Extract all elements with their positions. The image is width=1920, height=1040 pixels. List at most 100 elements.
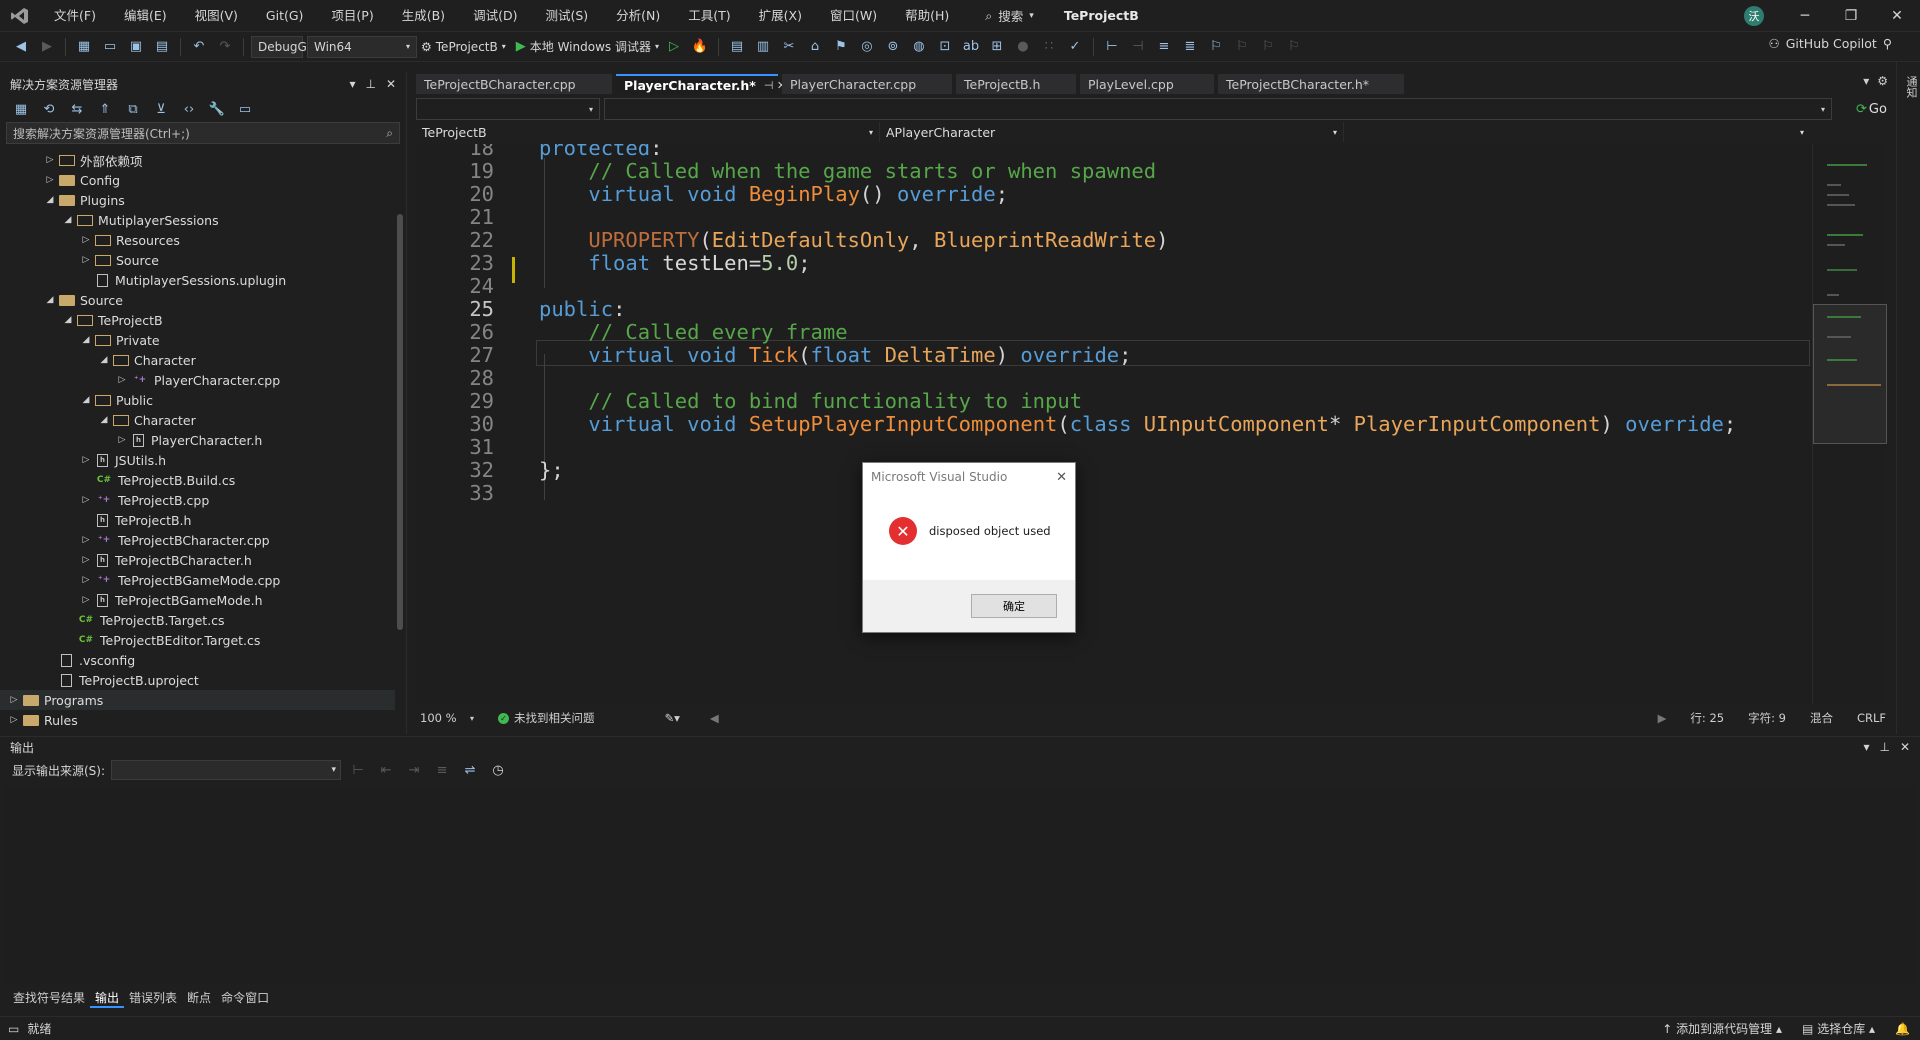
navigate-forward-icon[interactable]: ▶ <box>36 36 58 58</box>
editor-tab[interactable]: PlayerCharacter.cpp <box>782 74 952 94</box>
menu-item[interactable]: 帮助(H) <box>891 0 963 32</box>
chevron-down-icon[interactable]: ◢ <box>98 415 110 425</box>
chevron-right-icon[interactable]: ▷ <box>8 695 20 705</box>
tree-item[interactable]: C# TeProjectBEditor.Target.cs <box>0 630 395 650</box>
avatar[interactable]: 沃 <box>1744 6 1764 26</box>
editor-scrollbar[interactable] <box>1800 144 1812 704</box>
bottom-tab[interactable]: 错误列表 <box>124 988 182 1008</box>
chevron-right-icon[interactable]: ▷ <box>80 575 92 585</box>
tree-item[interactable]: ▷ h JSUtils.h <box>0 450 395 470</box>
chevron-down-icon[interactable]: ▾ <box>349 77 355 91</box>
menu-item[interactable]: 调试(D) <box>459 0 531 32</box>
bookmark-icon[interactable]: ⚐ <box>1205 36 1227 58</box>
project-nav-dropdown[interactable]: TeProjectB ▾ <box>416 122 880 142</box>
menu-item[interactable]: Git(G) <box>252 0 318 32</box>
github-copilot-button[interactable]: ⚇ GitHub Copilot ⚲ <box>1769 36 1892 51</box>
save-all-icon[interactable]: ▤ <box>151 36 173 58</box>
eol-indicator[interactable]: CRLF <box>1857 711 1886 725</box>
prev-message-icon[interactable]: ⇤ <box>375 759 397 781</box>
scrollbar-thumb[interactable] <box>397 214 403 630</box>
minimap[interactable] <box>1812 144 1887 704</box>
platform-dropdown[interactable]: Win64 ▾ <box>307 35 417 58</box>
menu-item[interactable]: 扩展(X) <box>745 0 816 32</box>
tree-item[interactable]: h TeProjectB.h <box>0 510 395 530</box>
code-view-icon[interactable]: ‹› <box>178 98 200 120</box>
tree-item[interactable]: ▷ h PlayerCharacter.h <box>0 430 395 450</box>
next-message-icon[interactable]: ⇥ <box>403 759 425 781</box>
tool-icon[interactable]: ⊡ <box>934 36 956 58</box>
chevron-down-icon[interactable]: ◢ <box>44 295 56 305</box>
chevron-right-icon[interactable]: ▷ <box>116 375 128 385</box>
tool-icon[interactable]: ⚑ <box>830 36 852 58</box>
ok-button[interactable]: 确定 <box>971 594 1057 618</box>
solution-explorer-search[interactable]: 搜索解决方案资源管理器(Ctrl+;) ⌕ <box>6 122 400 144</box>
chevron-right-icon[interactable]: ▷ <box>44 155 56 165</box>
chevron-down-icon[interactable]: ◢ <box>80 395 92 405</box>
chevron-down-icon[interactable]: ◢ <box>62 315 74 325</box>
chevron-down-icon[interactable]: ◢ <box>80 335 92 345</box>
menu-item[interactable]: 生成(B) <box>388 0 459 32</box>
sync-icon[interactable]: ⇆ <box>66 98 88 120</box>
menu-item[interactable]: 视图(V) <box>181 0 252 32</box>
menu-item[interactable]: 文件(F) <box>40 0 110 32</box>
brush-icon[interactable]: ✎▾ <box>665 711 680 725</box>
filter-icon[interactable]: ⊻ <box>150 98 172 120</box>
new-project-icon[interactable]: ▦ <box>73 36 95 58</box>
whitespace-indicator[interactable]: 混合 <box>1810 710 1833 726</box>
switch-views-icon[interactable]: ▦ <box>10 98 32 120</box>
chevron-right-icon[interactable]: ▷ <box>80 595 92 605</box>
history-icon[interactable]: ⟲ <box>38 98 60 120</box>
tool-icon[interactable]: ⌂ <box>804 36 826 58</box>
hot-reload-icon[interactable]: 🔥 <box>689 36 711 58</box>
configuration-dropdown[interactable]: DebugG▾ <box>251 35 315 58</box>
menu-item[interactable]: 工具(T) <box>674 0 744 32</box>
select-repo-button[interactable]: ▤ 选择仓库 ▴ <box>1802 1020 1875 1037</box>
tree-item[interactable]: ▷ Resources <box>0 230 395 250</box>
menu-item[interactable]: 分析(N) <box>602 0 674 32</box>
align-icon[interactable]: ⊣ <box>1127 36 1149 58</box>
start-debugging-button[interactable]: ▶ 本地 Windows 调试器 ▾ <box>516 38 659 55</box>
menu-item[interactable]: 测试(S) <box>531 0 602 32</box>
tool-icon[interactable]: ◎ <box>856 36 878 58</box>
uncomment-icon[interactable]: ≣ <box>1179 36 1201 58</box>
bottom-tab[interactable]: 查找符号结果 <box>8 988 90 1008</box>
tree-item[interactable]: ◢ Private <box>0 330 395 350</box>
find-message-icon[interactable]: ⊢ <box>347 759 369 781</box>
editor-tab[interactable]: TeProjectB.h <box>956 74 1076 94</box>
notifications-bell-icon[interactable]: 🔔 <box>1895 1022 1910 1036</box>
pin-icon[interactable]: ⊥ <box>1879 740 1889 754</box>
collapse-all-icon[interactable]: ⇑ <box>94 98 116 120</box>
tool-icon[interactable]: ∷ <box>1038 36 1060 58</box>
close-icon[interactable]: ✕ <box>386 77 396 91</box>
class-nav-dropdown[interactable]: APlayerCharacter ▾ <box>880 122 1344 142</box>
chevron-right-icon[interactable]: ▷ <box>44 175 56 185</box>
close-window-button[interactable]: ✕ <box>1874 0 1920 32</box>
char-indicator[interactable]: 字符: 9 <box>1748 710 1786 726</box>
toolbox-icon[interactable]: ▤ <box>726 36 748 58</box>
startup-project-dropdown[interactable]: ⚙ TeProjectB ▾ <box>421 40 506 54</box>
code-editor[interactable]: 18 protected: 19 // Called when the game s… <box>416 144 1812 704</box>
scroll-left-icon[interactable]: ◀ <box>710 711 719 725</box>
scope-dropdown[interactable]: ▾ <box>416 98 600 120</box>
tree-item[interactable]: ◢ Source <box>0 290 395 310</box>
tree-item[interactable]: ▷ ⁺+ TeProjectBCharacter.cpp <box>0 530 395 550</box>
tree-item[interactable]: TeProjectB.uproject <box>0 670 395 690</box>
editor-tab[interactable]: TeProjectBCharacter.cpp <box>416 74 612 94</box>
clear-all-icon[interactable]: ≡ <box>431 759 453 781</box>
chevron-down-icon[interactable]: ◢ <box>98 355 110 365</box>
minimap-viewport[interactable] <box>1813 304 1887 444</box>
tree-item[interactable]: ▷ h TeProjectBCharacter.h <box>0 550 395 570</box>
editor-tab[interactable]: PlayerCharacter.h* ⊣ ✕ <box>616 74 786 94</box>
open-file-icon[interactable]: ▭ <box>99 36 121 58</box>
tree-item[interactable]: C# TeProjectB.Target.cs <box>0 610 395 630</box>
chevron-right-icon[interactable]: ▷ <box>80 555 92 565</box>
tree-item[interactable]: ▷ ⁺+ PlayerCharacter.cpp <box>0 370 395 390</box>
navigate-back-icon[interactable]: ◀ <box>10 36 32 58</box>
start-without-debugging-icon[interactable]: ▷ <box>663 36 685 58</box>
menu-item[interactable]: 窗口(W) <box>816 0 891 32</box>
add-source-control-button[interactable]: ↑ 添加到源代码管理 ▴ <box>1662 1020 1782 1037</box>
properties-icon[interactable]: 🔧 <box>206 98 228 120</box>
tree-item[interactable]: ▷ Programs <box>0 690 395 710</box>
tree-item[interactable]: ▷ ⁺+ TeProjectB.cpp <box>0 490 395 510</box>
redo-icon[interactable]: ↷ <box>214 36 236 58</box>
